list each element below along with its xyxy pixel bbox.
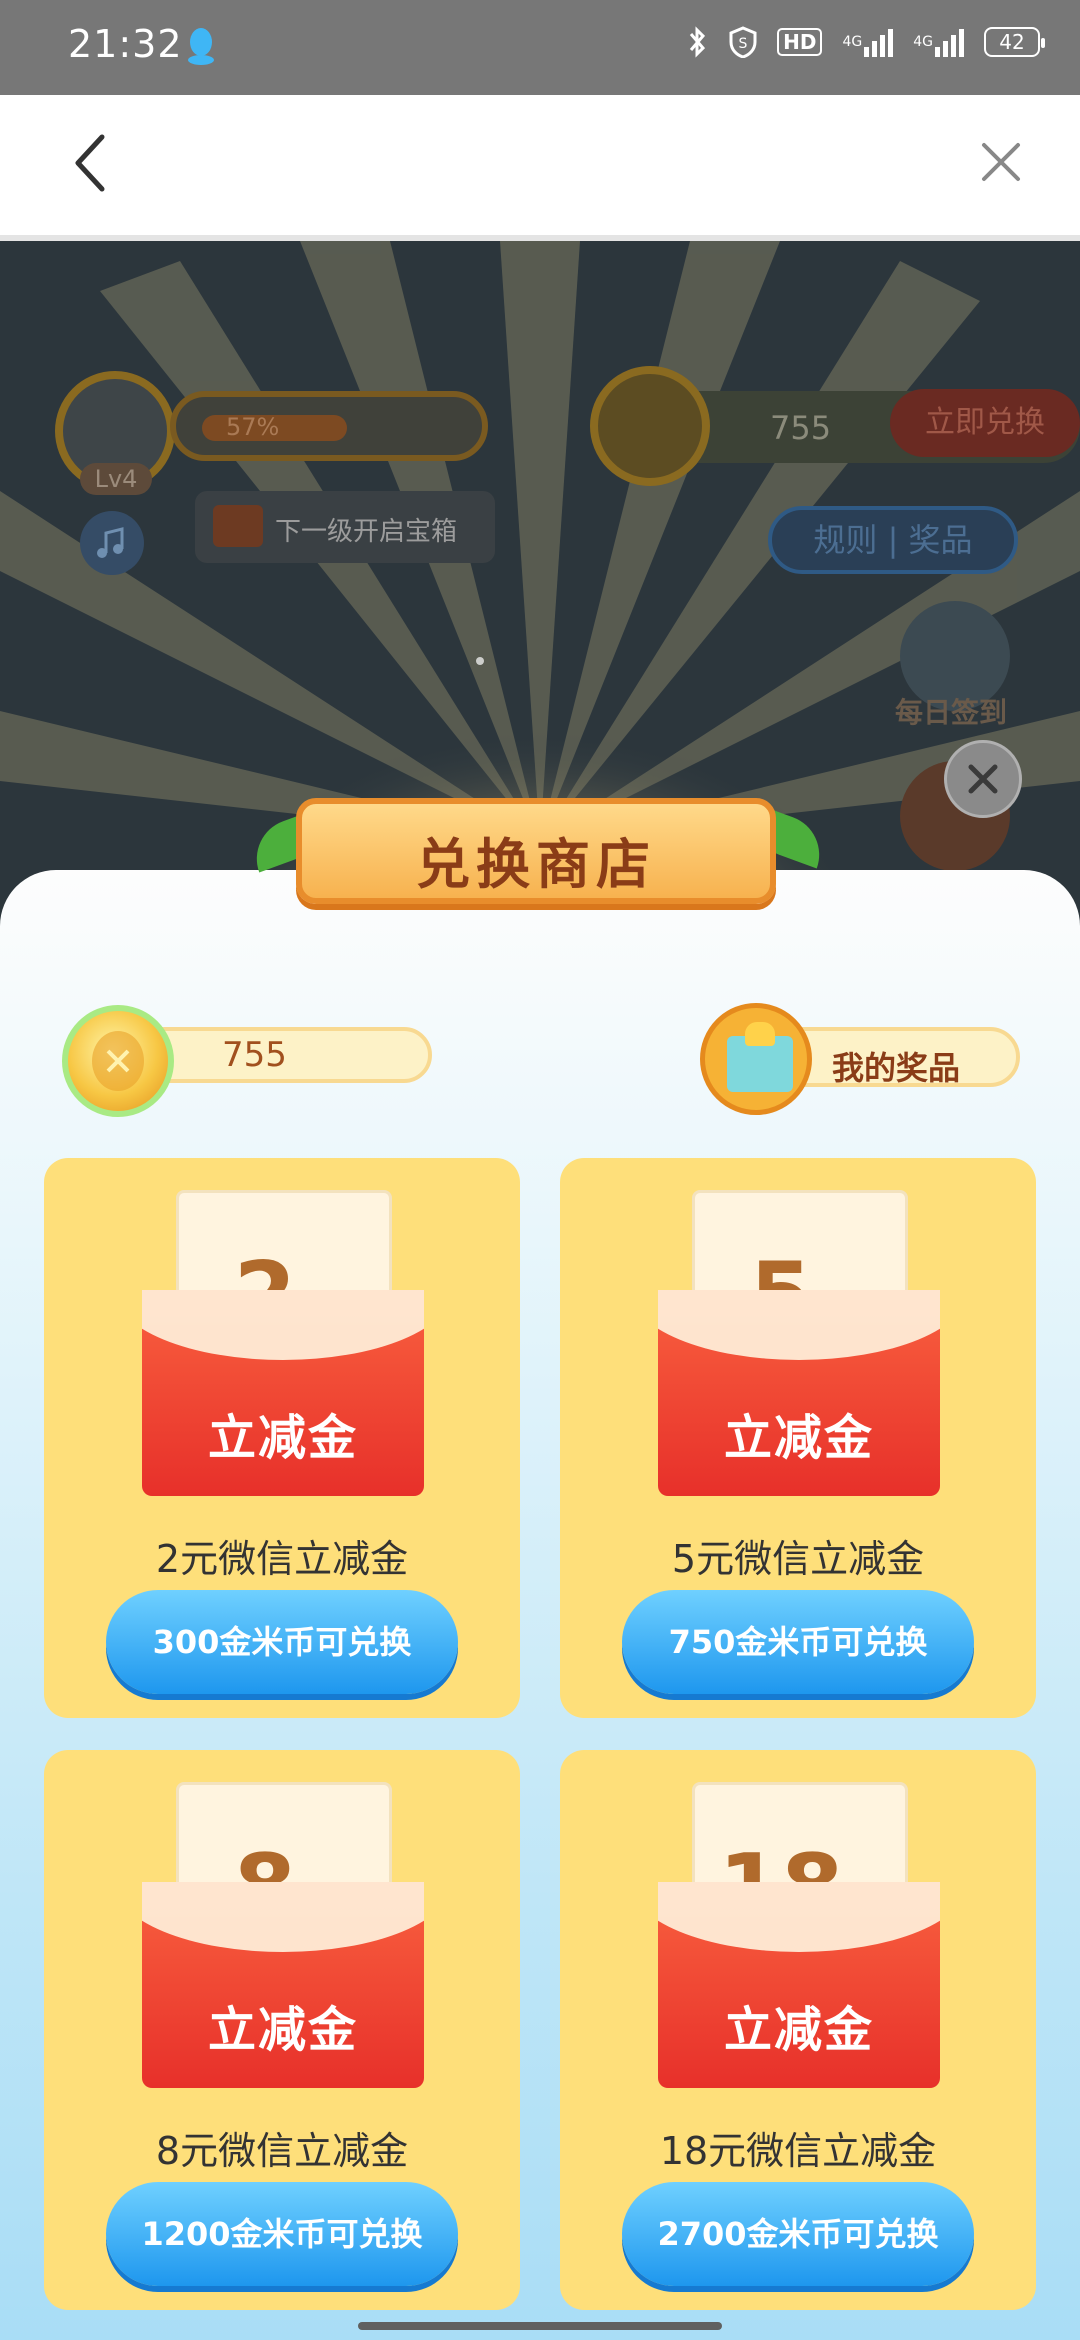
envelope-label: 立减金	[207, 2002, 358, 2058]
coin-balance: 755	[62, 1005, 432, 1117]
chest-tip-text: 下一级开启宝箱	[275, 517, 458, 547]
signal-icon: 4G	[842, 27, 894, 57]
store-title: 兑换商店	[416, 833, 656, 896]
my-prizes-label: 我的奖品	[832, 1049, 961, 1087]
music-icon	[80, 511, 144, 575]
voucher-name: 5元微信立减金	[671, 1537, 925, 1581]
voucher-card: 8元 立减金 8元微信立减金 1200金米币可兑换	[44, 1750, 520, 2310]
level-tag: Lv4	[80, 463, 152, 495]
voucher-name: 2元微信立减金	[155, 1537, 409, 1581]
bluetooth-icon	[685, 26, 709, 58]
battery-level: 42	[999, 30, 1025, 54]
red-envelope: 立减金	[142, 1290, 424, 1496]
my-prizes-button[interactable]: 我的奖品	[700, 1003, 1020, 1115]
battery-icon: 42	[984, 27, 1045, 57]
svg-text:S: S	[739, 36, 748, 52]
voucher-envelope: 5元 立减金	[658, 1190, 940, 1496]
balance-value: 755	[222, 1035, 287, 1075]
coin-balance-value: 755	[770, 409, 832, 447]
hd-badge: HD	[777, 28, 823, 56]
red-envelope: 立减金	[142, 1882, 424, 2088]
redeem-button[interactable]: 1200金米币可兑换	[106, 2182, 458, 2286]
exchange-now-button: 立即兑换	[890, 389, 1080, 457]
coin-icon	[62, 1005, 174, 1117]
coin-icon	[590, 366, 710, 486]
close-icon[interactable]	[980, 141, 1022, 183]
voucher-card: 2元 立减金 2元微信立减金 300金米币可兑换	[44, 1158, 520, 1718]
red-envelope: 立减金	[658, 1882, 940, 2088]
back-arrow-icon[interactable]	[70, 133, 110, 193]
network-type-label: 4G	[913, 34, 933, 50]
gift-icon	[700, 1003, 812, 1115]
status-icons: S HD 4G 4G 42	[685, 26, 1045, 58]
voucher-name: 8元微信立减金	[155, 2129, 409, 2173]
voucher-name: 18元微信立减金	[659, 2129, 937, 2173]
envelope-label: 立减金	[207, 1410, 358, 1466]
voucher-envelope: 2元 立减金	[142, 1190, 424, 1496]
qq-notification-icon	[188, 28, 214, 65]
red-envelope: 立减金	[658, 1290, 940, 1496]
voucher-envelope: 18元 立减金	[658, 1782, 940, 2088]
store-title-banner: 兑换商店	[296, 798, 776, 904]
signal-icon: 4G	[913, 27, 964, 57]
shield-icon: S	[729, 26, 757, 58]
voucher-envelope: 8元 立减金	[142, 1782, 424, 2088]
nav-bar	[0, 95, 1080, 235]
level-progress-bar: 57%	[170, 391, 488, 461]
close-modal-button[interactable]	[944, 740, 1022, 818]
voucher-card: 18元 立减金 18元微信立减金 2700金米币可兑换	[560, 1750, 1036, 2310]
home-indicator[interactable]	[358, 2322, 722, 2330]
chest-tip: 下一级开启宝箱	[195, 491, 495, 563]
daily-sign-label: 每日签到	[895, 696, 1008, 729]
redeem-button[interactable]: 750金米币可兑换	[622, 1590, 974, 1694]
status-bar: 21:32 S HD 4G 4G 42	[0, 0, 1080, 95]
envelope-label: 立减金	[723, 1410, 874, 1466]
envelope-label: 立减金	[723, 2002, 874, 2058]
voucher-card: 5元 立减金 5元微信立减金 750金米币可兑换	[560, 1158, 1036, 1718]
level-percent: 57%	[226, 413, 280, 441]
network-type-label: 4G	[842, 34, 863, 50]
close-icon	[968, 764, 998, 794]
rules-prizes-button: 规则 | 奖品	[768, 506, 1018, 574]
redeem-button[interactable]: 2700金米币可兑换	[622, 2182, 974, 2286]
gift-bow	[745, 1022, 775, 1046]
treasure-chest-icon	[213, 505, 263, 547]
status-time: 21:32	[68, 22, 183, 66]
redeem-button[interactable]: 300金米币可兑换	[106, 1590, 458, 1694]
